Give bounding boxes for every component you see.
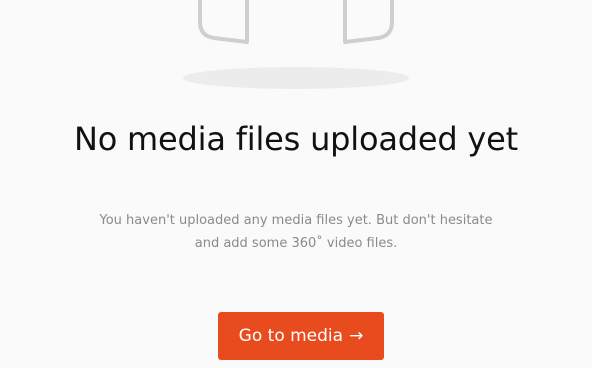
empty-box-icon <box>183 0 409 89</box>
go-to-media-button[interactable]: Go to media → <box>218 312 384 360</box>
arrow-right-icon: → <box>349 325 364 346</box>
empty-state: No media files uploaded yet You haven't … <box>0 0 592 368</box>
empty-state-title: No media files uploaded yet <box>73 120 519 158</box>
empty-state-description: You haven't uploaded any media files yet… <box>99 213 493 251</box>
go-to-media-label: Go to media <box>238 326 344 346</box>
